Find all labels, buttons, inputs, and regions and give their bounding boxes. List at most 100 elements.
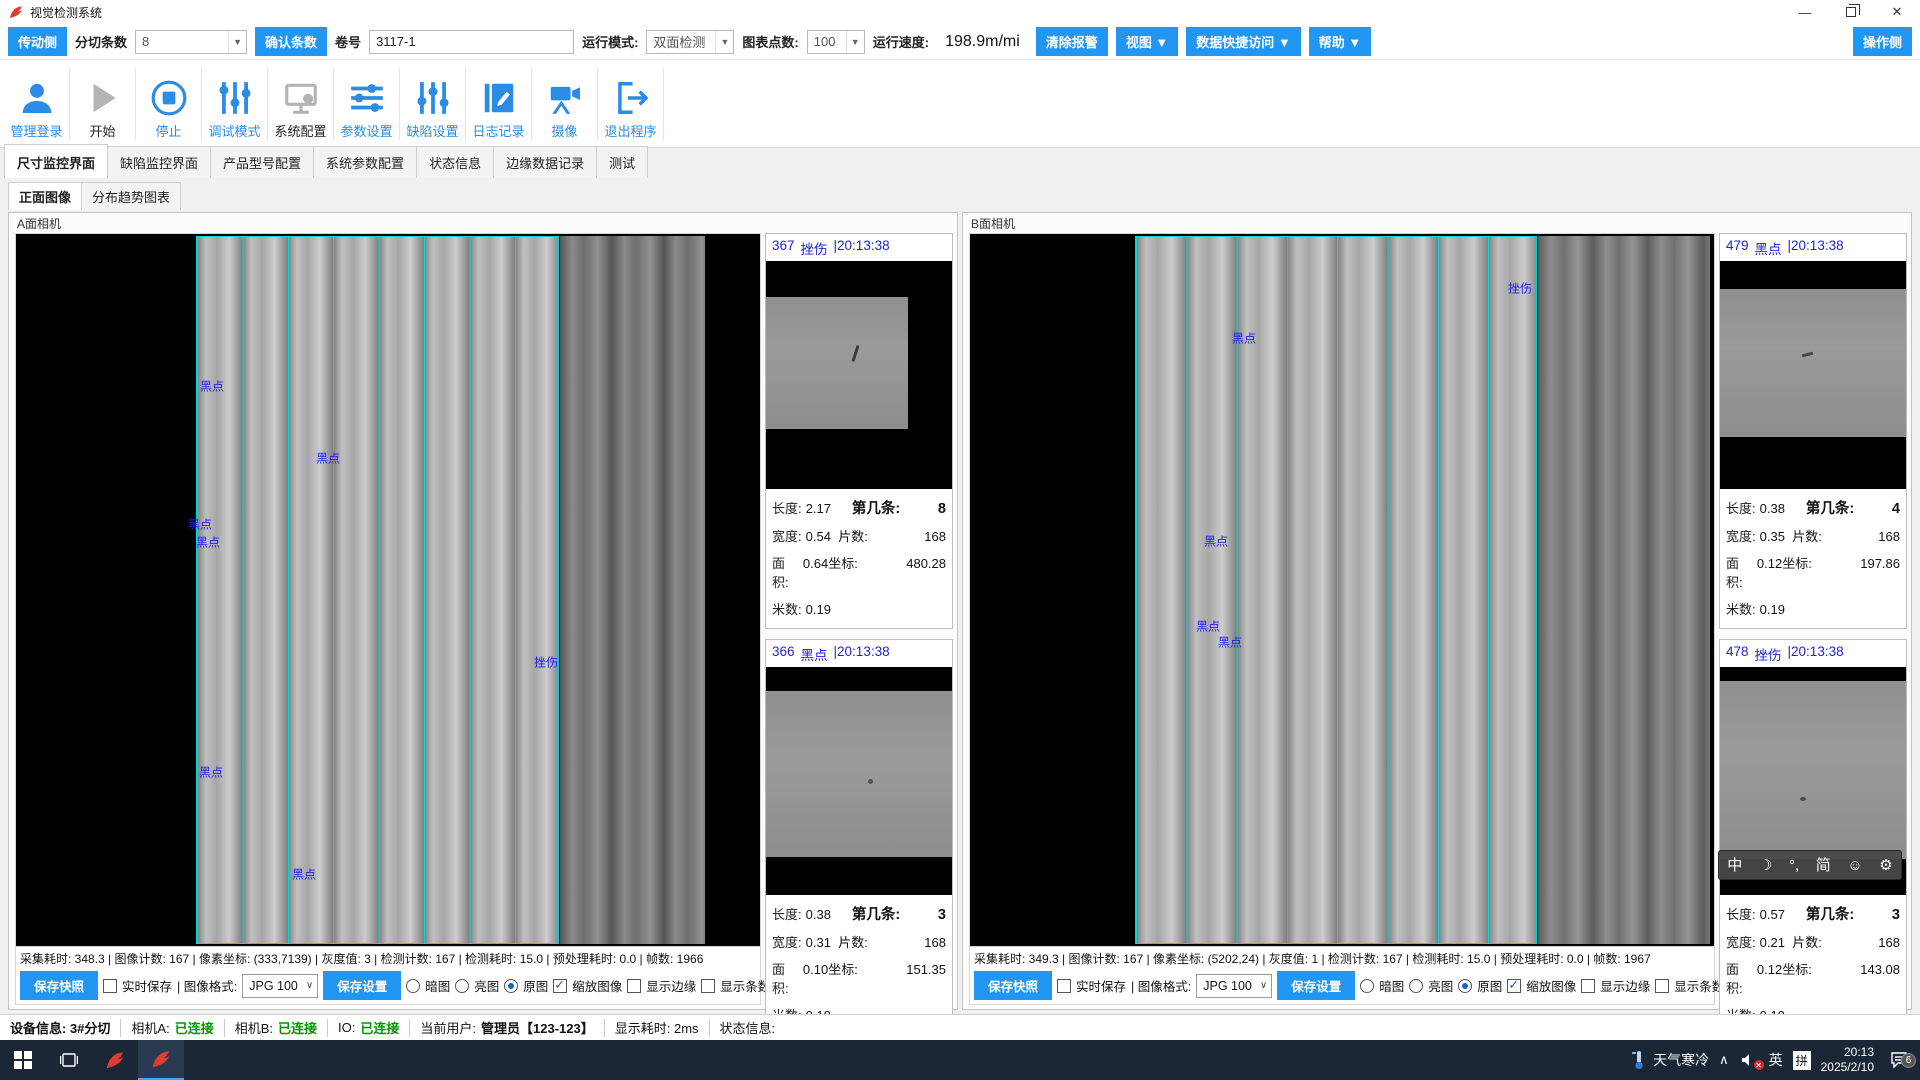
radio-dark-image-b[interactable] [1360, 979, 1374, 993]
task-view-icon [60, 1051, 78, 1069]
action-debug-mode[interactable]: 调试模式 [202, 68, 268, 140]
checkbox-show-strips-a[interactable] [701, 979, 715, 993]
defect-type: 挫伤 [801, 238, 828, 258]
ime-emoji-icon[interactable]: ☺ [1847, 858, 1862, 873]
taskbar: 天气寒冷 ∧ ✕ 英 拼 20:13 2025/2/10 6 [0, 1040, 1920, 1080]
tab-status-info[interactable]: 状态信息 [416, 146, 494, 178]
action-exit-program[interactable]: 退出程序 [598, 68, 664, 140]
defect-id: 478 [1726, 644, 1749, 664]
weather-widget[interactable]: 天气寒冷 [1631, 1050, 1709, 1070]
play-icon [84, 79, 122, 117]
camera-image-b: 挫伤黑点黑点黑点黑点 [970, 234, 1714, 946]
subtab-trend-chart[interactable]: 分布趋势图表 [81, 182, 181, 210]
image-format-select-a[interactable]: JPG 100∨ [242, 974, 318, 998]
defect-overlay-label: 黑点 [1196, 618, 1220, 635]
checkbox-realtime-save-a[interactable] [103, 979, 117, 993]
close-button[interactable]: ✕ [1874, 0, 1920, 24]
image-format-select-b[interactable]: JPG 100∨ [1196, 974, 1272, 998]
language-indicator[interactable]: 英 [1769, 1050, 1783, 1070]
ime-indicator[interactable]: 拼 [1793, 1051, 1811, 1070]
action-capture[interactable]: 摄像 [532, 68, 598, 140]
strip-region-dim-b [1538, 236, 1710, 944]
subtab-front-image[interactable]: 正面图像 [8, 182, 82, 210]
tab-size-monitor[interactable]: 尺寸监控界面 [4, 144, 108, 178]
app-logo-icon [150, 1048, 172, 1070]
help-menu-button[interactable]: 帮助 ▼ [1309, 27, 1371, 56]
tab-defect-monitor[interactable]: 缺陷监控界面 [107, 146, 211, 178]
slit-count-select[interactable]: 8▼ [135, 30, 247, 54]
tab-test[interactable]: 测试 [596, 146, 648, 178]
side-left-button[interactable]: 传动侧 [8, 27, 67, 56]
tab-product-model-config[interactable]: 产品型号配置 [210, 146, 314, 178]
tray-expand-chevron[interactable]: ∧ [1719, 1052, 1729, 1068]
defect-overlay-label: 挫伤 [1508, 280, 1532, 297]
taskbar-app-2-active[interactable] [138, 1040, 184, 1080]
radio-original-image-b[interactable] [1458, 979, 1472, 993]
ime-halfwidth-moon-icon[interactable]: ☽ [1759, 858, 1772, 873]
strip-region-bright-b [1135, 236, 1537, 944]
panel-camera-a: A面相机 黑点黑点黑点黑点挫伤黑点黑点 采集耗时: 348.3 | 图像计数: … [8, 212, 958, 1010]
checkbox-show-strips-b[interactable] [1655, 979, 1669, 993]
clear-alarm-button[interactable]: 清除报警 [1036, 27, 1108, 56]
radio-dark-image-a[interactable] [406, 979, 420, 993]
title-bar: 视觉检测系统 — ✕ [0, 0, 1920, 24]
defect-overlay-label: 黑点 [196, 534, 220, 551]
confirm-count-button[interactable]: 确认条数 [255, 27, 327, 56]
task-view-button[interactable] [46, 1040, 92, 1080]
current-user: 当前用户:管理员【123-123】 [410, 1019, 604, 1037]
action-stop[interactable]: 停止 [136, 68, 202, 140]
taskbar-app-1[interactable] [92, 1040, 138, 1080]
restore-button[interactable] [1828, 0, 1874, 24]
thermometer-icon [1631, 1050, 1647, 1070]
checkbox-show-edge-a[interactable] [627, 979, 641, 993]
checkbox-zoom-image-b[interactable] [1507, 979, 1521, 993]
checkbox-show-edge-b[interactable] [1581, 979, 1595, 993]
action-defect-settings[interactable]: 缺陷设置 [400, 68, 466, 140]
sub-tabstrip: 正面图像 分布趋势图表 [0, 184, 1920, 210]
ime-language-toggle[interactable]: 中 [1727, 858, 1742, 873]
chevron-down-icon: ▼ [715, 31, 733, 53]
radio-bright-image-b[interactable] [1409, 979, 1423, 993]
action-parameter-settings[interactable]: 参数设置 [334, 68, 400, 140]
tab-system-param-config[interactable]: 系统参数配置 [313, 146, 417, 178]
start-button[interactable] [0, 1040, 46, 1080]
side-right-button[interactable]: 操作侧 [1853, 27, 1912, 56]
action-log-record[interactable]: 日志记录 [466, 68, 532, 140]
save-settings-button-a[interactable]: 保存设置 [323, 971, 401, 1000]
radio-bright-image-a[interactable] [455, 979, 469, 993]
status-info-label: 状态信息: [710, 1019, 786, 1037]
notification-center-button[interactable]: 6 [1884, 1052, 1914, 1068]
chart-points-select[interactable]: 100▼ [807, 30, 865, 54]
snapshot-button-a[interactable]: 保存快照 [20, 971, 98, 1000]
volume-muted-icon[interactable]: ✕ [1739, 1053, 1759, 1067]
minimize-button[interactable]: — [1782, 0, 1828, 24]
chart-points-label: 图表点数: [742, 32, 798, 51]
checkbox-realtime-save-b[interactable] [1057, 979, 1071, 993]
run-mode-select[interactable]: 双面检测▼ [646, 30, 734, 54]
strip-region-bright-a [196, 236, 559, 944]
panel-a-title: A面相机 [9, 213, 957, 233]
data-access-menu-button[interactable]: 数据快捷访问 ▼ [1186, 27, 1300, 56]
defect-overlay-label: 黑点 [199, 764, 223, 781]
ime-punctuation-toggle[interactable]: °, [1789, 858, 1799, 873]
radio-original-image-a[interactable] [504, 979, 518, 993]
save-settings-button-b[interactable]: 保存设置 [1277, 971, 1355, 1000]
snapshot-button-b[interactable]: 保存快照 [974, 971, 1052, 1000]
defect-cards-b: 479 黑点 |20:13:38 长度:0.38第几条:4 宽度:0.35片数:… [1719, 233, 1907, 1005]
chevron-down-icon: ∨ [306, 980, 313, 991]
defect-overlay-label: 黑点 [292, 866, 316, 883]
defect-id: 366 [772, 644, 795, 664]
tab-edge-data-record[interactable]: 边缘数据记录 [493, 146, 597, 178]
roll-number-input[interactable] [369, 30, 574, 54]
clock[interactable]: 20:13 2025/2/10 [1821, 1045, 1874, 1075]
action-system-config[interactable]: 系统配置 [268, 68, 334, 140]
view-menu-button[interactable]: 视图 ▼ [1116, 27, 1178, 56]
action-admin-login[interactable]: 管理登录 [4, 68, 70, 140]
checkbox-zoom-image-a[interactable] [553, 979, 567, 993]
action-start[interactable]: 开始 [70, 68, 136, 140]
defect-type: 挫伤 [1755, 644, 1782, 664]
ime-simplified-toggle[interactable]: 简 [1816, 858, 1831, 873]
ime-settings-gear-icon[interactable]: ⚙ [1879, 858, 1892, 873]
defect-type: 黑点 [1755, 238, 1782, 258]
slit-count-label: 分切条数 [75, 32, 127, 51]
